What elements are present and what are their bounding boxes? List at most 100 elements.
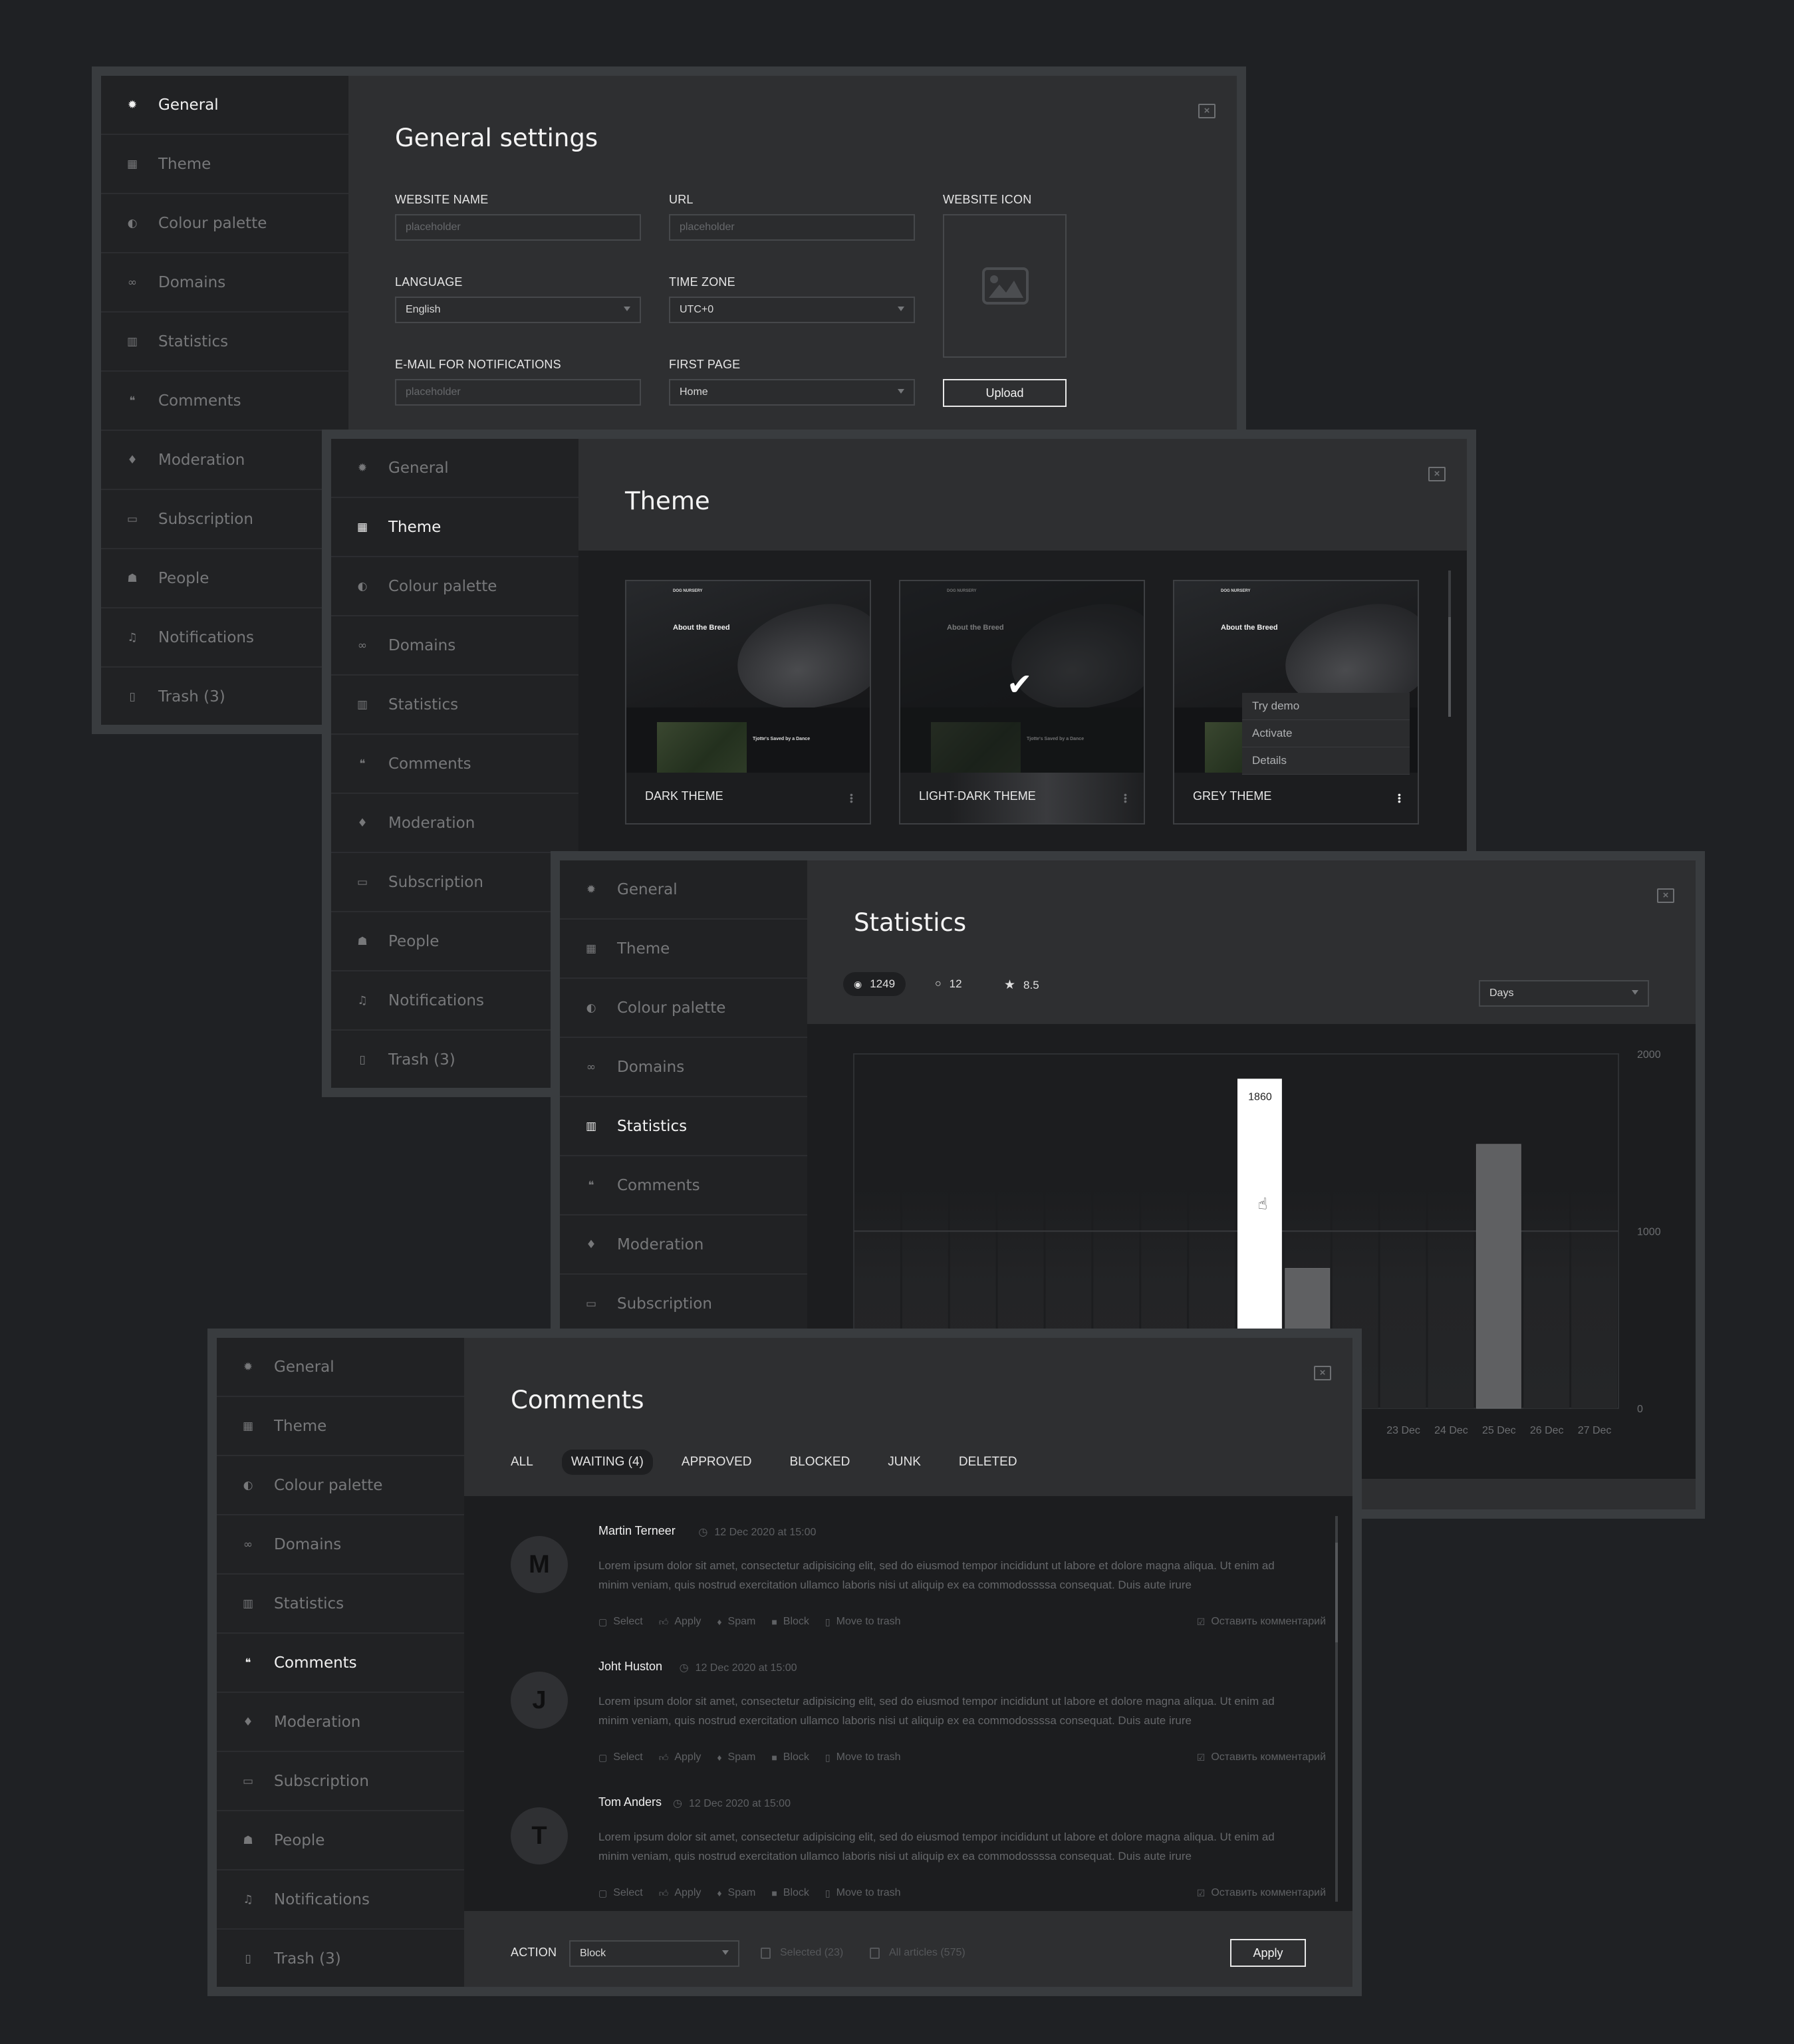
website-name-input[interactable]: placeholder: [395, 214, 641, 241]
clock-icon: ◷: [673, 1798, 682, 1809]
sidebar-item-moderation[interactable]: ♦ Moderation: [101, 431, 348, 490]
scrollbar[interactable]: [1335, 1516, 1338, 1902]
selected-checkbox[interactable]: Selected (23): [761, 1947, 843, 1959]
apply-action[interactable]: 👍︎ Apply: [659, 1616, 702, 1628]
sidebar-item-subscription[interactable]: ▭ Subscription: [560, 1275, 807, 1334]
sidebar-item-comments[interactable]: ❝ Comments: [331, 735, 578, 794]
sidebar: ✹ General ▦ Theme ◐ Colour palette ∞ Domains ▥ St…: [331, 439, 578, 1088]
period-select[interactable]: Days: [1479, 980, 1649, 1007]
all-articles-checkbox[interactable]: All articles (575): [870, 1947, 965, 1959]
first-page-select[interactable]: Home: [669, 379, 915, 406]
close-icon[interactable]: ×: [1657, 888, 1674, 903]
menu-item-try-demo[interactable]: Try demo: [1242, 693, 1410, 720]
sidebar-item-theme[interactable]: ▦ Theme: [101, 135, 348, 194]
more-vertical-icon[interactable]: • • •: [850, 790, 853, 806]
menu-item-activate[interactable]: Activate: [1242, 720, 1410, 747]
reply-action[interactable]: ☑ Оставить комментарий: [1197, 1616, 1326, 1628]
menu-item-details[interactable]: Details: [1242, 747, 1410, 775]
sidebar-item-theme[interactable]: ▦ Theme: [560, 920, 807, 979]
more-vertical-icon[interactable]: • • •: [1398, 790, 1401, 806]
tab-all[interactable]: ALL: [511, 1455, 533, 1469]
apply-action[interactable]: 👍︎ Apply: [659, 1887, 702, 1899]
theme-card[interactable]: DOG NURSERYAbout the BreedTjotte's Saved…: [899, 580, 1145, 825]
spam-action[interactable]: ♦ Spam: [717, 1887, 755, 1899]
tab-junk[interactable]: JUNK: [888, 1455, 921, 1469]
sidebar-item-subscription[interactable]: ▭ Subscription: [217, 1752, 464, 1811]
apply-action[interactable]: 👍︎ Apply: [659, 1751, 702, 1763]
select-action[interactable]: ▢ Select: [598, 1616, 643, 1628]
sidebar-item-colour-palette[interactable]: ◐ Colour palette: [217, 1456, 464, 1515]
url-input[interactable]: placeholder: [669, 214, 915, 241]
sidebar-item-comments[interactable]: ❝ Comments: [560, 1156, 807, 1215]
sidebar-item-notifications[interactable]: ♫ Notifications: [101, 608, 348, 668]
sidebar-item-general[interactable]: ✹ General: [331, 439, 578, 498]
theme-card[interactable]: DOG NURSERYAbout the BreedTjotte's Saved…: [625, 580, 871, 825]
action-label: Select: [613, 1887, 643, 1898]
sidebar-item-domains[interactable]: ∞ Domains: [101, 253, 348, 313]
theme-card[interactable]: DOG NURSERYAbout the BreedTjotte's Saved…: [1173, 580, 1419, 825]
sidebar-item-moderation[interactable]: ♦ Moderation: [217, 1693, 464, 1752]
tab-waiting[interactable]: WAITING (4): [561, 1450, 653, 1475]
time-zone-select[interactable]: UTC+0: [669, 297, 915, 323]
sidebar-item-trash[interactable]: ▯ Trash (3): [217, 1930, 464, 1987]
sidebar-item-comments[interactable]: ❝ Comments: [217, 1634, 464, 1693]
sidebar-item-trash[interactable]: ▯ Trash (3): [101, 668, 348, 725]
sidebar-item-people[interactable]: ☗ People: [331, 912, 578, 971]
reply-action[interactable]: ☑ Оставить комментарий: [1197, 1751, 1326, 1763]
select-action[interactable]: ▢ Select: [598, 1751, 643, 1763]
move-to-trash-action[interactable]: ▯ Move to trash: [825, 1887, 901, 1899]
website-icon-dropzone[interactable]: [943, 214, 1067, 358]
close-icon[interactable]: ×: [1198, 104, 1216, 118]
sidebar-item-moderation[interactable]: ♦ Moderation: [331, 794, 578, 853]
close-icon[interactable]: ×: [1314, 1366, 1331, 1380]
upload-button[interactable]: Upload: [943, 379, 1067, 407]
sidebar-item-statistics[interactable]: ▥ Statistics: [101, 313, 348, 372]
sidebar-item-people[interactable]: ☗ People: [101, 549, 348, 608]
move-to-trash-action[interactable]: ▯ Move to trash: [825, 1751, 901, 1763]
tab-deleted[interactable]: DELETED: [959, 1455, 1017, 1469]
sidebar-item-statistics[interactable]: ▥ Statistics: [331, 676, 578, 735]
comments-badge[interactable]: ○ 12: [935, 977, 962, 991]
close-icon[interactable]: ×: [1428, 467, 1446, 481]
sidebar-item-statistics[interactable]: ▥ Statistics: [217, 1575, 464, 1634]
sidebar-item-colour-palette[interactable]: ◐ Colour palette: [101, 194, 348, 253]
block-action[interactable]: ■ Block: [771, 1887, 809, 1899]
language-select[interactable]: English: [395, 297, 641, 323]
language-label: LANGUAGE: [395, 275, 463, 289]
sidebar-item-moderation[interactable]: ♦ Moderation: [560, 1215, 807, 1275]
reply-action[interactable]: ☑ Оставить комментарий: [1197, 1887, 1326, 1899]
apply-button[interactable]: Apply: [1230, 1939, 1306, 1967]
sidebar-item-colour-palette[interactable]: ◐ Colour palette: [331, 557, 578, 616]
block-action[interactable]: ■ Block: [771, 1616, 809, 1628]
sidebar-item-colour-palette[interactable]: ◐ Colour palette: [560, 979, 807, 1038]
rating-badge[interactable]: ★ 8.5: [1004, 977, 1039, 993]
sidebar-item-people[interactable]: ☗ People: [217, 1811, 464, 1870]
email-input[interactable]: placeholder: [395, 379, 641, 406]
more-vertical-icon[interactable]: • • •: [1124, 790, 1127, 806]
tab-approved[interactable]: APPROVED: [682, 1455, 752, 1469]
sidebar-item-theme[interactable]: ▦ Theme: [331, 498, 578, 557]
spam-action[interactable]: ♦ Spam: [717, 1616, 755, 1628]
views-badge[interactable]: ◉ 1249: [843, 972, 906, 996]
sidebar-item-theme[interactable]: ▦ Theme: [217, 1397, 464, 1456]
sidebar-item-domains[interactable]: ∞ Domains: [331, 616, 578, 676]
sidebar-item-general[interactable]: ✹ General: [560, 860, 807, 920]
block-action[interactable]: ■ Block: [771, 1751, 809, 1763]
spam-action[interactable]: ♦ Spam: [717, 1751, 755, 1763]
sidebar-item-notifications[interactable]: ♫ Notifications: [331, 971, 578, 1031]
move-to-trash-action[interactable]: ▯ Move to trash: [825, 1616, 901, 1628]
sidebar-item-general[interactable]: ✹ General: [101, 76, 348, 135]
sidebar-item-subscription[interactable]: ▭ Subscription: [331, 853, 578, 912]
action-select[interactable]: Block: [569, 1940, 739, 1967]
sidebar-item-general[interactable]: ✹ General: [217, 1338, 464, 1397]
sidebar-item-comments[interactable]: ❝ Comments: [101, 372, 348, 431]
sidebar-item-domains[interactable]: ∞ Domains: [217, 1515, 464, 1575]
tab-blocked[interactable]: BLOCKED: [789, 1455, 850, 1469]
sidebar-item-statistics[interactable]: ▥ Statistics: [560, 1097, 807, 1156]
select-action[interactable]: ▢ Select: [598, 1887, 643, 1899]
sidebar-item-trash[interactable]: ▯ Trash (3): [331, 1031, 578, 1088]
sidebar-item-domains[interactable]: ∞ Domains: [560, 1038, 807, 1097]
sidebar-item-subscription[interactable]: ▭ Subscription: [101, 490, 348, 549]
sidebar-item-notifications[interactable]: ♫ Notifications: [217, 1870, 464, 1930]
scrollbar[interactable]: [1448, 571, 1451, 717]
